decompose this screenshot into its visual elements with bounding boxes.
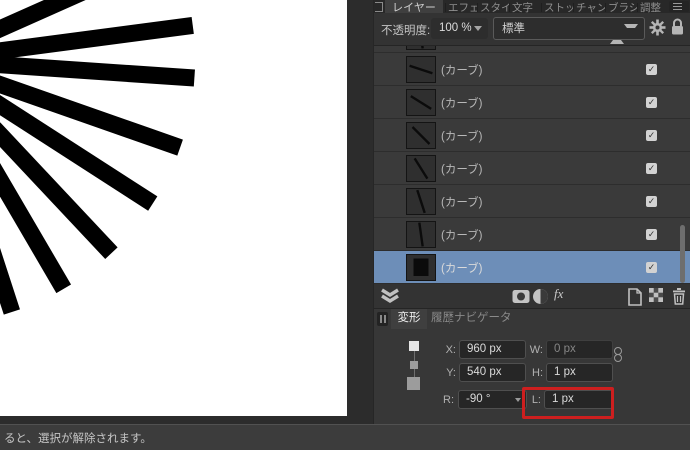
layer-label: (カーブ) (441, 260, 482, 276)
l-label: L: (521, 394, 541, 406)
link-dimensions-icon[interactable] (614, 347, 622, 363)
layer-row[interactable]: (カーブ) ✓ (374, 86, 690, 119)
r-dropdown[interactable]: -90 ° (458, 390, 527, 409)
panel-tab[interactable]: エフェクト (446, 0, 477, 13)
layer-label: (カーブ) (441, 194, 482, 210)
layers-footer-bar: fx (374, 284, 690, 309)
y-field[interactable]: 540 px (459, 363, 526, 382)
gear-icon[interactable] (649, 19, 666, 36)
layer-thumbnail[interactable] (406, 122, 436, 149)
adjustment-icon[interactable] (532, 288, 549, 305)
layer-thumbnail[interactable] (406, 155, 436, 182)
layer-visibility-checkbox[interactable]: ✓ (646, 262, 657, 273)
panel-tab[interactable]: 調整 (638, 0, 667, 13)
l-field[interactable]: 1 px (544, 390, 613, 409)
layer-visibility-checkbox[interactable]: ✓ (646, 64, 657, 75)
trash-icon[interactable] (672, 288, 686, 305)
layer-label: (カーブ) (441, 161, 482, 177)
layer-visibility-checkbox[interactable]: ✓ (646, 130, 657, 141)
layer-visibility-checkbox[interactable]: ✓ (646, 97, 657, 108)
h-field[interactable]: 1 px (546, 363, 613, 382)
panel-tab-bar: レイヤー エフェクトスタイル文字ストックチャンネルブラシ調整 (374, 0, 690, 13)
layer-thumbnail[interactable] (406, 89, 436, 116)
layer-visibility-checkbox[interactable]: ✓ (646, 229, 657, 240)
layer-row[interactable]: (カーブ) ✓ (374, 53, 690, 86)
stepper-icon (602, 23, 638, 46)
w-label: W: (523, 344, 543, 356)
layer-label: (カーブ) (441, 128, 482, 144)
panel-tab[interactable]: チャンネル (574, 0, 605, 13)
arrange-chevrons-icon[interactable] (380, 288, 400, 304)
tab-navigator[interactable]: ナビゲータ (454, 309, 512, 329)
ray-stroke[interactable] (0, 52, 195, 87)
chevron-down-icon (474, 26, 482, 31)
w-field[interactable]: 0 px (546, 340, 613, 359)
layer-label: (カーブ) (441, 227, 482, 243)
blend-mode-value: 標準 (494, 23, 525, 35)
panel-tab[interactable]: ブラシ (606, 0, 637, 13)
opacity-row: 不透明度: 100 % 標準 (374, 13, 690, 46)
tab-history[interactable]: 履歴 (431, 309, 454, 329)
r-value: -90 ° (466, 393, 490, 405)
new-pixel-layer-icon[interactable] (649, 288, 663, 302)
panel-tab-strip: エフェクトスタイル文字ストックチャンネルブラシ調整 (445, 0, 667, 13)
x-field[interactable]: 960 px (459, 340, 526, 359)
layer-row[interactable]: (カーブ)✓ (374, 46, 690, 53)
status-text: ると、選択が解除されます。 (4, 430, 152, 446)
opacity-label: 不透明度: (381, 22, 430, 38)
anchor-point-middle[interactable] (410, 361, 418, 369)
layer-label: (カーブ) (441, 62, 482, 78)
layer-visibility-checkbox[interactable]: ✓ (646, 163, 657, 174)
x-label: X: (436, 344, 456, 356)
panel-menu-icon[interactable] (669, 1, 689, 12)
r-label: R: (434, 394, 454, 406)
sunburst-rays (0, 0, 347, 416)
layer-label: (カーブ) (441, 95, 482, 111)
lock-icon[interactable] (670, 17, 685, 36)
tab-transform[interactable]: 変形 (391, 309, 427, 329)
layer-thumbnail[interactable] (406, 188, 436, 215)
document-canvas[interactable] (0, 0, 347, 416)
panel-drag-handle[interactable] (377, 312, 388, 326)
new-layer-icon[interactable] (627, 288, 643, 306)
anchor-point-bottom[interactable] (407, 377, 420, 390)
tab-layers[interactable]: レイヤー (385, 0, 443, 13)
status-bar: ると、選択が解除されます。 (0, 424, 690, 450)
layer-row[interactable]: (カーブ) ✓ (374, 152, 690, 185)
scrollbar-thumb[interactable] (680, 225, 685, 283)
blend-mode-select[interactable]: 標準 (493, 17, 645, 40)
layer-visibility-checkbox[interactable]: ✓ (646, 196, 657, 207)
layer-thumbnail[interactable] (406, 56, 436, 83)
opacity-dropdown[interactable]: 100 % (431, 18, 488, 39)
panel-tab[interactable]: スタイル (478, 0, 509, 13)
layer-row[interactable]: (カーブ) ✓ (374, 218, 690, 251)
panel-tab[interactable]: ストック (542, 0, 573, 13)
anchor-point-top[interactable] (409, 341, 419, 351)
h-label: H: (523, 367, 543, 379)
layers-studio-panel: レイヤー エフェクトスタイル文字ストックチャンネルブラシ調整 不透明度: 100… (373, 0, 690, 424)
layer-row[interactable]: (カーブ) ✓ (374, 251, 690, 284)
layer-row[interactable]: (カーブ) ✓ (374, 119, 690, 152)
layer-thumbnail[interactable] (406, 221, 436, 248)
panel-tab[interactable]: 文字 (510, 0, 541, 13)
fx-icon[interactable]: fx (554, 286, 563, 302)
panel-grid-icon (375, 2, 383, 12)
bottom-tab-bar: 変形 履歴 ナビゲータ (374, 309, 690, 329)
layer-list: (カーブ) ✓ (カーブ) ✓ (カーブ) ✓ (カーブ) ✓ (カーブ) ✓ (カーブ) ✓ (カーブ… (374, 46, 690, 284)
layer-thumbnail[interactable] (406, 46, 436, 50)
layer-thumbnail[interactable] (406, 254, 436, 281)
opacity-value: 100 % (431, 22, 472, 34)
tab-divider (449, 313, 450, 324)
layer-row[interactable]: (カーブ) ✓ (374, 185, 690, 218)
mask-layer-icon[interactable] (512, 288, 530, 305)
y-label: Y: (436, 367, 456, 379)
